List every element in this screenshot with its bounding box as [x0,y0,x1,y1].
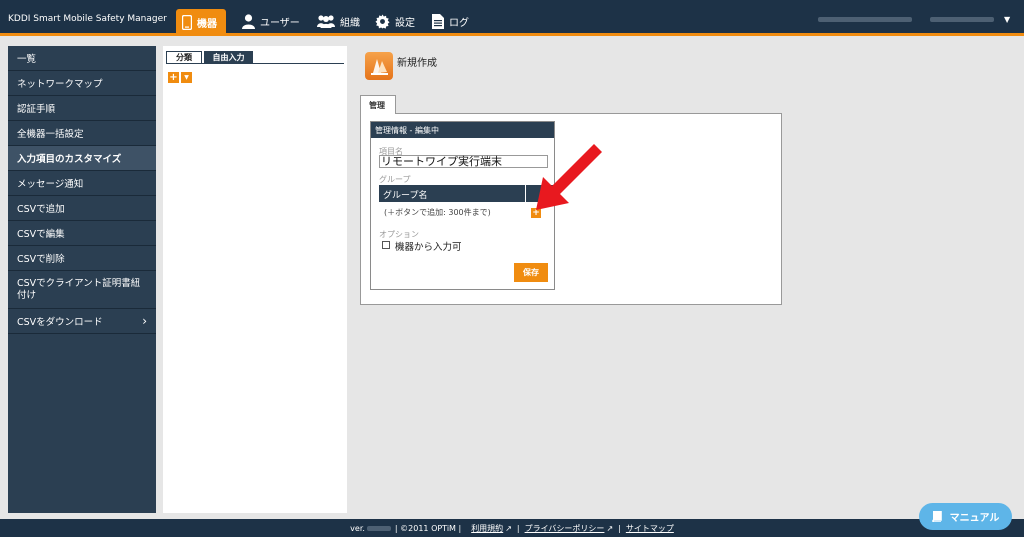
add-category-button[interactable]: + [168,72,179,83]
sidebar-item-csv-add[interactable]: CSVで追加 [8,196,156,221]
page-title: 新規作成 [397,58,437,69]
sidebar-item-csv-delete[interactable]: CSVで削除 [8,246,156,271]
item-name-input[interactable]: リモートワイプ実行端末 [379,155,548,168]
manual-button-label: マニュアル [949,513,1000,524]
tab-divider [166,63,344,64]
group-label: グループ [379,175,411,184]
external-link-icon: ↗ [505,523,512,533]
sidebar-item-list[interactable]: 一覧 [8,46,156,71]
device-input-checkbox-label[interactable]: 機器から入力可 [395,239,462,253]
group-table-header: グループ名 [379,185,553,202]
copyright: | ©2011 OPTiM | [394,523,462,533]
save-button[interactable]: 保存 [514,263,548,282]
nav-org-label: 組織 [340,17,360,29]
nav-settings-label: 設定 [395,17,415,29]
red-arrow-annotation [536,144,602,210]
sidebar-item-csv-download[interactable]: CSVをダウンロード › [8,309,156,334]
management-info-card: 管理情報 - 編集中 項目名 リモートワイプ実行端末 グループ グループ名 (＋… [370,121,555,290]
sidebar-item-csv-edit[interactable]: CSVで編集 [8,221,156,246]
sitemap-link[interactable]: サイトマップ [626,523,674,534]
caret-down-icon[interactable]: ▼ [181,72,192,83]
group-hint: (＋ボタンで追加: 300件まで) [384,208,491,217]
terms-link[interactable]: 利用規約 [471,523,503,534]
sidebar-item-csv-cert[interactable]: CSVでクライアント証明書紐付け [8,271,156,309]
sidebar-item-csv-download-label: CSVをダウンロード [17,317,103,328]
card-header: 管理情報 - 編集中 [371,122,554,138]
document-icon [432,13,444,29]
chevron-right-icon: › [142,314,147,328]
smartphone-icon [182,15,192,30]
column-divider [525,185,526,202]
header-bar: KDDI Smart Mobile Safety Manager 機器 ユーザー… [0,0,1024,36]
nav-org[interactable]: 組織 [317,9,360,33]
new-item-icon [365,52,393,80]
external-link-icon: ↗ [606,523,614,533]
brand-title: KDDI Smart Mobile Safety Manager [8,14,167,24]
sidebar-item-csv-cert-label: CSVでクライアント証明書紐付け [17,277,141,301]
nav-device[interactable]: 機器 [176,9,226,36]
tab-management[interactable]: 管理 [360,95,396,114]
nav-log[interactable]: ログ [432,9,469,33]
manual-button[interactable]: マニュアル [919,503,1012,530]
caret-down-icon[interactable]: ▼ [1004,15,1010,24]
nav-log-label: ログ [449,17,469,29]
sidebar: 一覧 ネットワークマップ 認証手順 全機器一括設定 入力項目のカスタマイズ メッ… [8,46,156,513]
privacy-link[interactable]: プライバシーポリシー [525,523,605,534]
version-label: ver. [350,523,365,533]
sidebar-item-customize-fields[interactable]: 入力項目のカスタマイズ [8,146,156,171]
book-icon [931,511,942,522]
classification-panel: 分類 自由入力 + ▼ [163,46,347,513]
version-number-redacted [366,525,391,531]
device-input-checkbox[interactable] [382,241,390,249]
nav-users[interactable]: ユーザー [242,9,300,33]
account-name-redacted[interactable] [930,17,994,22]
account-info-redacted [818,17,912,22]
sidebar-item-bulk-settings[interactable]: 全機器一括設定 [8,121,156,146]
user-icon [242,13,255,29]
group-name-column: グループ名 [383,191,428,201]
nav-users-label: ユーザー [260,17,300,29]
nav-device-label: 機器 [197,19,217,30]
nav-settings[interactable]: 設定 [375,9,415,33]
footer: ver. | ©2011 OPTiM | 利用規約 ↗ | プライバシーポリシー… [0,519,1024,537]
group-icon [317,15,335,28]
gear-icon [375,13,390,29]
sidebar-item-message-notify[interactable]: メッセージ通知 [8,171,156,196]
sidebar-item-network-map[interactable]: ネットワークマップ [8,71,156,96]
sidebar-item-auth-procedure[interactable]: 認証手順 [8,96,156,121]
